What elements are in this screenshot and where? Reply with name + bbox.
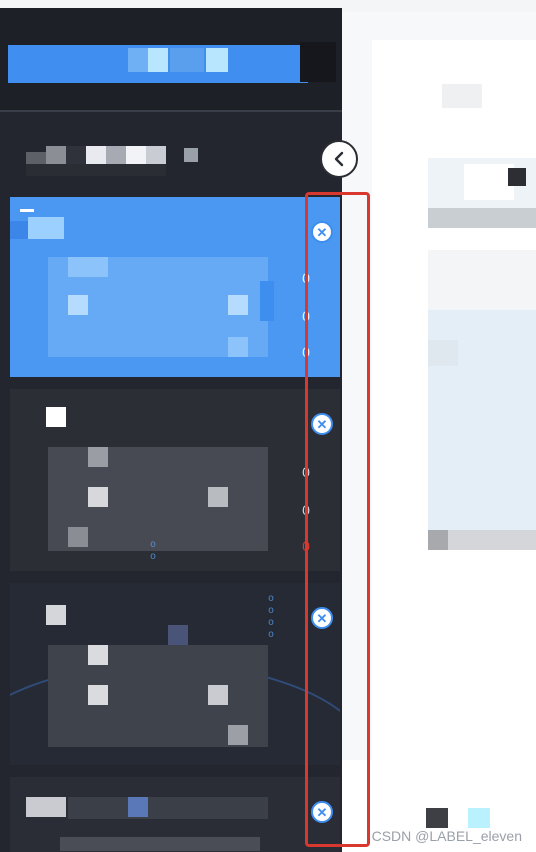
sidebar-header <box>0 8 342 112</box>
tab-card[interactable] <box>10 777 340 852</box>
blur-patch <box>128 797 148 817</box>
blur-patch <box>10 221 28 239</box>
blur-patch <box>20 209 34 212</box>
decorative-dots: oooo <box>268 593 275 640</box>
blur-patch <box>88 685 108 705</box>
blur-patch <box>88 487 108 507</box>
blur-patch <box>206 48 228 72</box>
main-content-panel <box>342 12 536 852</box>
blur-patch <box>68 295 88 315</box>
blurred-subtitle <box>26 146 206 176</box>
decorative-dots: oo <box>150 539 157 562</box>
blur-patch <box>148 48 168 72</box>
blur-patch <box>228 337 248 357</box>
tab-card[interactable]: oooo I I <box>10 583 340 765</box>
blur-patch <box>208 487 228 507</box>
blur-patch <box>88 447 108 467</box>
blur-patch <box>300 42 336 82</box>
tab-card[interactable]: oo 0 0 0 <box>10 389 340 571</box>
blur-patch <box>68 257 108 277</box>
blur-patch <box>88 645 108 665</box>
blur-patch <box>170 48 204 72</box>
blur-patch <box>228 725 248 745</box>
collapse-sidebar-button[interactable] <box>320 140 358 178</box>
blur-patch <box>46 407 66 427</box>
content-card <box>372 40 536 780</box>
blur-patch <box>260 281 274 321</box>
tab-card-active[interactable]: 0 0 0 <box>10 197 340 377</box>
chevron-left-icon <box>334 151 344 167</box>
tab-sidebar: 0 0 0 oo 0 0 0 oooo I I <box>0 8 342 852</box>
blur-patch <box>168 625 188 645</box>
header-divider <box>0 110 342 112</box>
blur-patch <box>60 837 260 851</box>
blur-patch <box>208 685 228 705</box>
blurred-card-content <box>68 797 268 819</box>
blur-patch <box>26 797 66 817</box>
watermark-text: CSDN @LABEL_eleven <box>371 828 522 844</box>
annotation-highlight-box <box>305 192 370 847</box>
blur-patch <box>68 527 88 547</box>
blur-patch <box>28 217 64 239</box>
blur-patch <box>228 295 248 315</box>
blur-patch <box>46 605 66 625</box>
